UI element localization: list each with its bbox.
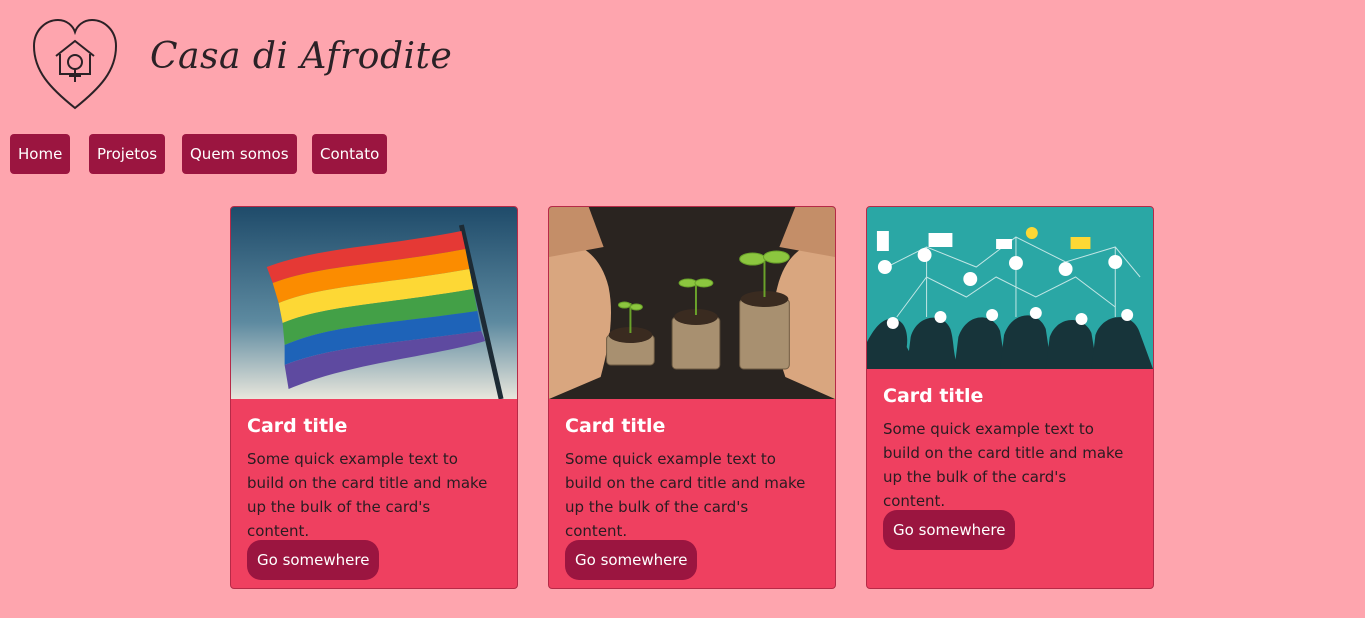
nav-home-button[interactable]: Home xyxy=(10,134,71,174)
card-text: Some quick example text to build on the … xyxy=(247,450,488,540)
card-title: Card title xyxy=(247,415,348,437)
card: Card title Some quick example text to bu… xyxy=(548,206,836,589)
card-text: Some quick example text to build on the … xyxy=(883,420,1124,510)
nav-projetos-button[interactable]: Projetos xyxy=(89,134,166,174)
brand-title: Casa di Afrodite xyxy=(150,36,453,77)
people-network-illustration xyxy=(867,207,1153,369)
card-title: Card title xyxy=(883,385,984,407)
rainbow-flag-photo xyxy=(231,207,517,399)
nav-quem-somos-button[interactable]: Quem somos xyxy=(182,134,297,174)
hands-coins-sprouts-photo xyxy=(549,207,835,399)
go-somewhere-button[interactable]: Go somewhere xyxy=(247,540,380,580)
nav-contato-button[interactable]: Contato xyxy=(312,134,388,174)
go-somewhere-button[interactable]: Go somewhere xyxy=(565,540,698,580)
card: Card title Some quick example text to bu… xyxy=(866,206,1154,589)
card-text: Some quick example text to build on the … xyxy=(565,450,806,540)
card-title: Card title xyxy=(565,415,666,437)
heart-house-venus-icon[interactable] xyxy=(30,16,120,112)
header: Casa di Afrodite xyxy=(0,0,600,120)
go-somewhere-button[interactable]: Go somewhere xyxy=(883,510,1016,550)
card: Card title Some quick example text to bu… xyxy=(230,206,518,589)
